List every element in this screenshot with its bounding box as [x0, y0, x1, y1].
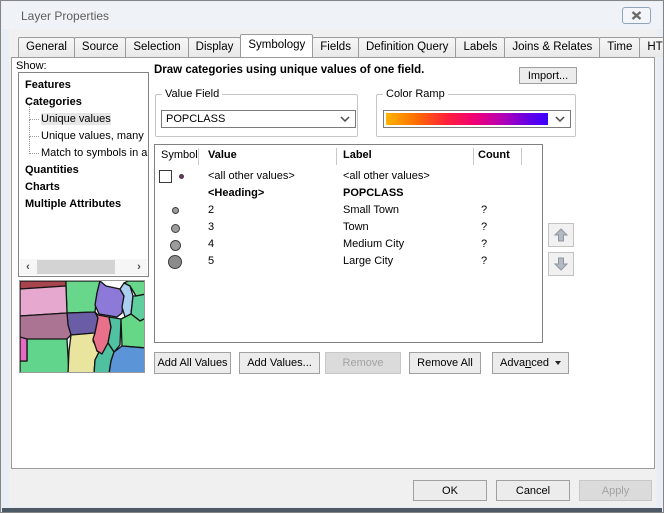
symbology-method-tree: Features Categories Unique values Unique…: [18, 72, 149, 277]
page-title: Draw categories using unique values of o…: [154, 64, 424, 76]
window-title: Layer Properties: [21, 9, 109, 23]
table-row-all-other-values[interactable]: <all other values> <all other values>: [155, 169, 542, 186]
tree-item-features[interactable]: Features: [25, 78, 71, 93]
row-count: ?: [481, 255, 487, 267]
color-ramp-group: Color Ramp: [376, 94, 576, 137]
layer-properties-dialog: Layer Properties General Source Selectio…: [0, 0, 664, 513]
value-field-selected-value: POPCLASS: [162, 113, 335, 125]
column-divider: [198, 148, 199, 165]
row-label: Medium City: [343, 238, 404, 250]
row-label: Small Town: [343, 204, 399, 216]
value-field-dropdown[interactable]: POPCLASS: [161, 110, 356, 128]
tree-item-unique-values-many[interactable]: Unique values, many: [41, 129, 144, 144]
tab-html-popup[interactable]: HTML Popup: [639, 37, 664, 57]
close-icon: [631, 11, 642, 20]
tree-item-match-symbols[interactable]: Match to symbols in a: [41, 146, 147, 161]
row-value: <all other values>: [208, 170, 295, 182]
map-preview-thumbnail: [19, 280, 145, 373]
value-field-label: Value Field: [162, 88, 222, 100]
row-label: Town: [343, 221, 369, 233]
remove-all-button[interactable]: Remove All: [409, 352, 481, 374]
row-label: <all other values>: [343, 170, 430, 182]
row-count: ?: [481, 238, 487, 250]
tree-item-quantities[interactable]: Quantities: [25, 163, 79, 178]
row-label: Large City: [343, 255, 393, 267]
tree-item-multiple-attributes[interactable]: Multiple Attributes: [25, 197, 121, 212]
close-button[interactable]: [622, 7, 651, 24]
column-header-count[interactable]: Count: [478, 149, 510, 163]
row-value: <Heading>: [208, 187, 264, 199]
unique-values-table: Symbol Value Label Count <all other valu…: [154, 144, 543, 343]
symbol-dot[interactable]: [168, 255, 182, 269]
row-label: POPCLASS: [343, 187, 404, 199]
tree-item-unique-values[interactable]: Unique values: [41, 112, 111, 127]
tab-source[interactable]: Source: [74, 37, 126, 57]
import-button[interactable]: Import...: [519, 67, 577, 84]
symbology-tab-page: Show: Features Categories Unique values …: [11, 57, 655, 469]
color-ramp-gradient-swatch: [386, 113, 548, 125]
scroll-right-icon[interactable]: ›: [131, 259, 147, 275]
column-divider: [336, 148, 337, 165]
ok-button[interactable]: OK: [413, 480, 487, 501]
chevron-down-icon: [335, 116, 355, 122]
scrollbar-thumb[interactable]: [37, 260, 115, 274]
column-divider: [521, 148, 522, 165]
tab-bar: General Source Selection Display Symbolo…: [18, 37, 664, 58]
column-header-value[interactable]: Value: [208, 149, 237, 163]
tab-joins-relates[interactable]: Joins & Relates: [504, 37, 600, 57]
add-all-values-button[interactable]: Add All Values: [154, 352, 231, 374]
tab-definition-query[interactable]: Definition Query: [358, 37, 456, 57]
dialog-client-area: General Source Selection Display Symbolo…: [9, 29, 657, 507]
table-row-small-town[interactable]: 2 Small Town ?: [155, 203, 542, 220]
table-row-medium-city[interactable]: 4 Medium City ?: [155, 237, 542, 254]
tab-symbology[interactable]: Symbology: [240, 34, 313, 57]
column-header-label[interactable]: Label: [343, 149, 372, 163]
cancel-button[interactable]: Cancel: [496, 480, 570, 501]
color-ramp-label: Color Ramp: [383, 88, 448, 100]
remove-button[interactable]: Remove: [325, 352, 401, 374]
tab-labels[interactable]: Labels: [455, 37, 505, 57]
tree-horizontal-scrollbar[interactable]: ‹ ›: [20, 259, 147, 275]
add-values-button[interactable]: Add Values...: [239, 352, 320, 374]
titlebar[interactable]: Layer Properties: [2, 2, 662, 29]
arrow-up-icon: [553, 227, 569, 243]
scroll-left-icon[interactable]: ‹: [20, 259, 36, 275]
tab-time[interactable]: Time: [599, 37, 640, 57]
move-value-down-button[interactable]: [548, 252, 574, 276]
move-value-up-button[interactable]: [548, 223, 574, 247]
tab-fields[interactable]: Fields: [312, 37, 359, 57]
row-value: 3: [208, 221, 214, 233]
tab-general[interactable]: General: [18, 37, 75, 57]
advanced-label: Advanced: [500, 357, 549, 369]
states-map-image: [20, 281, 145, 373]
chevron-down-icon: [550, 111, 570, 127]
tab-display[interactable]: Display: [188, 37, 242, 57]
advanced-button[interactable]: Advanced: [492, 352, 569, 374]
arrow-down-icon: [553, 256, 569, 272]
row-count: ?: [481, 204, 487, 216]
all-other-values-checkbox[interactable]: [159, 170, 172, 183]
dropdown-caret-icon: [555, 361, 561, 365]
color-ramp-dropdown[interactable]: [383, 110, 571, 128]
tab-selection[interactable]: Selection: [125, 37, 188, 57]
window-bottom-edge: [2, 508, 662, 512]
tree-item-charts[interactable]: Charts: [25, 180, 60, 195]
value-field-group: Value Field POPCLASS: [155, 94, 358, 137]
table-row-large-city[interactable]: 5 Large City ?: [155, 254, 542, 271]
symbol-dot[interactable]: [170, 240, 181, 251]
symbol-dot[interactable]: [171, 224, 180, 233]
row-value: 4: [208, 238, 214, 250]
show-label: Show:: [16, 60, 47, 72]
symbol-dot[interactable]: [172, 207, 179, 214]
row-count: ?: [481, 221, 487, 233]
table-row-town[interactable]: 3 Town ?: [155, 220, 542, 237]
table-row-heading[interactable]: <Heading> POPCLASS: [155, 186, 542, 203]
row-value: 2: [208, 204, 214, 216]
row-value: 5: [208, 255, 214, 267]
column-divider: [473, 148, 474, 165]
apply-button[interactable]: Apply: [579, 480, 652, 501]
all-other-values-symbol-dot[interactable]: [179, 174, 184, 179]
column-header-symbol[interactable]: Symbol: [161, 149, 198, 163]
